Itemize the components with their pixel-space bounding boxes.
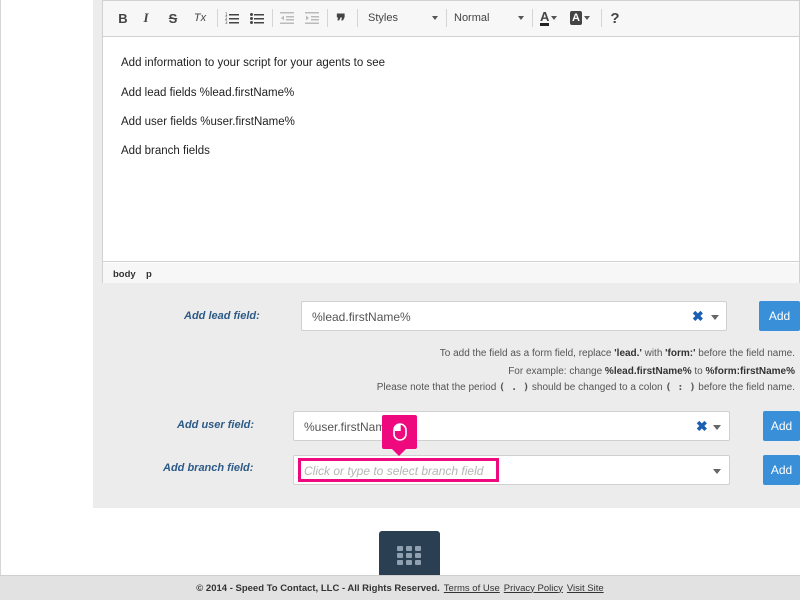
strikethrough-button[interactable]: S bbox=[165, 8, 181, 28]
page-border bbox=[0, 0, 1, 575]
background-color-icon: A bbox=[570, 11, 582, 25]
chevron-down-icon[interactable] bbox=[711, 315, 719, 320]
numbered-list-button[interactable]: 123 bbox=[223, 8, 241, 28]
lead-field-label: Add lead field: bbox=[184, 310, 260, 322]
editor-paragraph: Add branch fields bbox=[121, 145, 210, 157]
numbered-list-icon: 123 bbox=[225, 12, 239, 24]
grid-dot bbox=[397, 546, 403, 551]
bulleted-list-button[interactable] bbox=[248, 8, 266, 28]
toolbar-separator bbox=[327, 9, 328, 27]
text-color-icon: A bbox=[540, 9, 550, 26]
blockquote-button[interactable]: ❞ bbox=[332, 8, 350, 31]
user-field-label: Add user field: bbox=[177, 419, 255, 431]
add-user-field-button[interactable]: Add bbox=[763, 411, 800, 441]
bulleted-list-icon bbox=[250, 13, 264, 24]
form-field-note: To add the field as a form field, replac… bbox=[439, 348, 795, 359]
mouse-icon bbox=[392, 423, 407, 441]
terms-of-use-link[interactable]: Terms of Use bbox=[444, 583, 500, 594]
lead-field-value: %lead.firstName% bbox=[312, 310, 411, 324]
clear-icon[interactable]: ✖ bbox=[696, 418, 708, 435]
grid-dot bbox=[406, 553, 412, 558]
grid-dot bbox=[397, 560, 403, 565]
grid-dot bbox=[415, 560, 421, 565]
indent-icon bbox=[305, 12, 319, 24]
colon-note: Please note that the period ( . ) should… bbox=[376, 382, 795, 393]
path-element-body[interactable]: body bbox=[113, 269, 136, 280]
element-path-bar: body p bbox=[103, 263, 799, 283]
chevron-down-icon bbox=[432, 16, 438, 20]
add-branch-field-button[interactable]: Add bbox=[763, 455, 800, 485]
editor-toolbar: B I S Tx 123 ❞ Styles Normal A A ? bbox=[103, 1, 799, 37]
toolbar-separator bbox=[601, 9, 602, 27]
chevron-down-icon bbox=[551, 16, 558, 20]
visit-site-link[interactable]: Visit Site bbox=[567, 583, 604, 594]
italic-button[interactable]: I bbox=[138, 8, 154, 28]
toolbar-separator bbox=[357, 9, 358, 27]
chevron-down-icon[interactable] bbox=[713, 469, 721, 474]
click-target-highlight bbox=[298, 458, 499, 482]
example-note: For example: change %lead.firstName% to … bbox=[508, 366, 795, 377]
editor-paragraph: Add lead fields %lead.firstName% bbox=[121, 87, 295, 99]
outdent-icon bbox=[280, 12, 294, 24]
toolbar-separator bbox=[272, 9, 273, 27]
grid-dot bbox=[406, 560, 412, 565]
indent-button[interactable] bbox=[303, 8, 321, 28]
clear-icon[interactable]: ✖ bbox=[692, 308, 704, 325]
copyright-text: © 2014 - Speed To Contact, LLC - All Rig… bbox=[196, 582, 440, 594]
grid-dot bbox=[415, 546, 421, 551]
grid-dot bbox=[406, 546, 412, 551]
rich-text-editor: B I S Tx 123 ❞ Styles Normal A A ? Add i… bbox=[102, 0, 800, 283]
format-dropdown[interactable]: Normal bbox=[454, 8, 524, 28]
styles-dropdown[interactable]: Styles bbox=[368, 8, 438, 28]
chevron-down-icon[interactable] bbox=[713, 425, 721, 430]
outdent-button[interactable] bbox=[278, 8, 296, 28]
editor-paragraph: Add user fields %user.firstName% bbox=[121, 116, 295, 128]
styles-dropdown-label: Styles bbox=[368, 12, 398, 24]
add-lead-field-button[interactable]: Add bbox=[759, 301, 800, 331]
remove-format-button[interactable]: Tx bbox=[191, 8, 209, 28]
toolbar-separator bbox=[446, 9, 447, 27]
chevron-down-icon bbox=[518, 16, 524, 20]
text-color-button[interactable]: A bbox=[540, 8, 562, 28]
grid-dot bbox=[415, 553, 421, 558]
format-dropdown-label: Normal bbox=[454, 12, 490, 24]
path-element-p[interactable]: p bbox=[146, 269, 152, 280]
grid-dot bbox=[397, 553, 403, 558]
click-indicator-pointer bbox=[392, 449, 406, 456]
user-field-select[interactable]: %user.firstName% ✖ bbox=[293, 411, 730, 441]
chevron-down-icon bbox=[583, 16, 590, 20]
toolbar-separator bbox=[217, 9, 218, 27]
help-button[interactable]: ? bbox=[607, 8, 623, 28]
toolbar-separator bbox=[532, 9, 533, 27]
editor-paragraph: Add information to your script for your … bbox=[121, 57, 385, 69]
page-footer: © 2014 - Speed To Contact, LLC - All Rig… bbox=[0, 575, 800, 600]
background-color-button[interactable]: A bbox=[570, 8, 594, 28]
click-indicator bbox=[382, 415, 417, 449]
privacy-policy-link[interactable]: Privacy Policy bbox=[504, 583, 563, 594]
editor-content[interactable]: Add information to your script for your … bbox=[103, 38, 799, 262]
bold-button[interactable]: B bbox=[115, 8, 131, 28]
branch-field-label: Add branch field: bbox=[163, 462, 254, 474]
apps-grid-button[interactable] bbox=[379, 531, 440, 577]
svg-text:3: 3 bbox=[225, 20, 228, 24]
lead-field-select[interactable]: %lead.firstName% ✖ bbox=[301, 301, 727, 331]
